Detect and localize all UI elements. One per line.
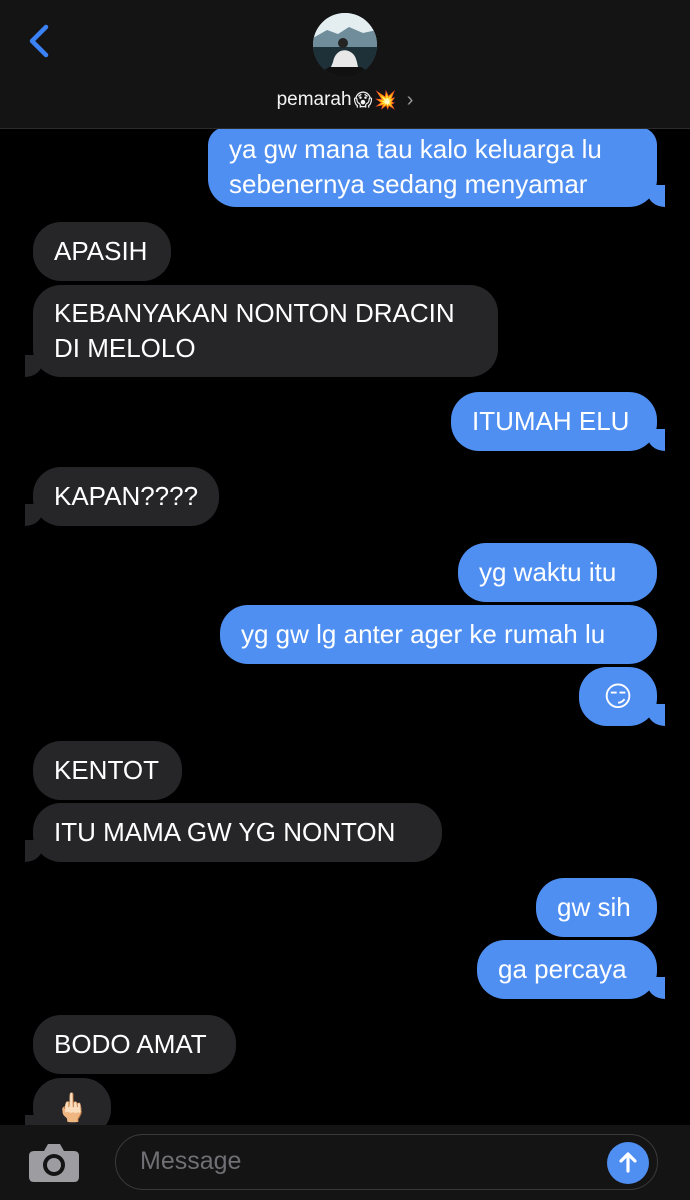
message-text: gw sih	[557, 892, 631, 922]
message-composer: Message	[0, 1125, 690, 1200]
message-bubble-sent[interactable]: ya gw mana tau kalo keluarga lu sebenern…	[208, 127, 673, 207]
chevron-left-icon	[29, 24, 49, 58]
back-button[interactable]	[24, 20, 58, 64]
message-bubble-received[interactable]: ITU MAMA GW YG NONTON	[17, 803, 442, 862]
message-text: ITU MAMA GW YG NONTON	[54, 817, 396, 847]
message-thread[interactable]: ya gw mana tau kalo keluarga lu sebenern…	[0, 0, 690, 1125]
message-bubble-sent[interactable]: ga percaya	[477, 940, 673, 999]
message-bubble-received[interactable]: KEBANYAKAN NONTON DRACIN DI MELOLO	[17, 285, 498, 377]
contact-photo	[313, 13, 377, 77]
camera-icon	[29, 1144, 79, 1182]
message-bubble-received[interactable]: KAPAN????	[17, 467, 219, 526]
message-text: yg gw lg anter ager ke rumah lu	[241, 619, 606, 649]
message-text: BODO AMAT	[54, 1029, 207, 1059]
avatar[interactable]	[313, 13, 377, 77]
message-text: ya gw mana tau kalo keluarga lu sebenern…	[229, 134, 602, 199]
message-bubble-received[interactable]: APASIH	[33, 222, 171, 281]
conversation-header: pemarah 😱 💥 ›	[0, 0, 690, 129]
message-bubble-sent[interactable]: ITUMAH ELU	[451, 392, 673, 451]
message-emoji: 🖕🏻	[54, 1091, 90, 1124]
contact-name: pemarah	[276, 89, 352, 110]
send-button[interactable]	[607, 1142, 649, 1184]
message-text: ga percaya	[498, 954, 627, 984]
message-input[interactable]: Message	[115, 1134, 658, 1190]
message-text: KAPAN????	[54, 481, 199, 511]
message-bubble-sent[interactable]: gw sih	[536, 878, 657, 937]
chevron-right-icon: ›	[406, 88, 414, 111]
contact-emoji-collision: 💥	[374, 89, 397, 111]
arrow-up-icon	[619, 1152, 637, 1173]
message-emoji: 😏	[603, 680, 633, 713]
message-text: KEBANYAKAN NONTON DRACIN DI MELOLO	[54, 298, 455, 363]
message-bubble-sent[interactable]: 😏	[579, 667, 673, 726]
message-text: yg waktu itu	[479, 557, 617, 587]
message-bubble-received[interactable]: BODO AMAT	[33, 1015, 236, 1074]
camera-button[interactable]	[27, 1140, 81, 1184]
contact-name-button[interactable]: pemarah 😱 💥 ›	[0, 86, 690, 114]
message-placeholder: Message	[140, 1147, 242, 1175]
message-bubble-received[interactable]: 🖕🏻	[17, 1078, 111, 1125]
message-bubble-received[interactable]: KENTOT	[33, 741, 182, 800]
contact-emoji-scared: 😱	[353, 89, 373, 111]
message-bubble-sent[interactable]: yg gw lg anter ager ke rumah lu	[220, 605, 657, 664]
message-text: ITUMAH ELU	[472, 406, 630, 436]
message-text: APASIH	[54, 236, 148, 266]
message-bubble-sent[interactable]: yg waktu itu	[458, 543, 657, 602]
message-text: KENTOT	[54, 755, 159, 785]
